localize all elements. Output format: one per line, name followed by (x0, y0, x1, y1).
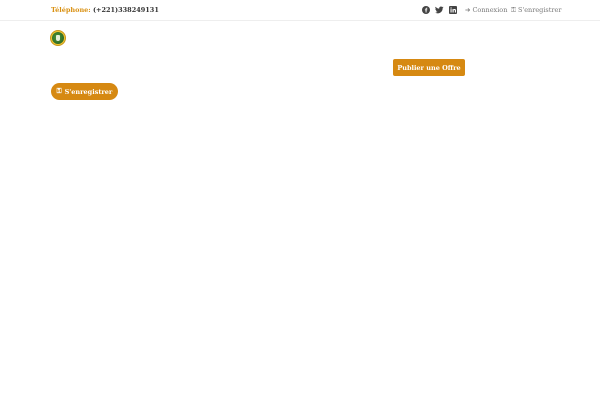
publish-offer-button[interactable]: Publier une Offre (393, 59, 465, 76)
phone-label: Téléphone: (51, 6, 91, 14)
login-link[interactable]: ➔ Connexion (465, 6, 507, 14)
phone-info: Téléphone: (+221)338249131 (51, 6, 159, 14)
login-label: Connexion (472, 6, 508, 14)
logo-emblem (52, 32, 64, 44)
phone-number[interactable]: (+221)338249131 (93, 6, 159, 14)
register-label: S'enregistrer (517, 6, 562, 14)
sign-in-icon: ➔ (465, 5, 471, 14)
register-link[interactable]: ⚿ S'enregistrer (511, 6, 561, 14)
key-icon: ⚿ (511, 5, 516, 14)
register-button[interactable]: ⚿ S'enregistrer (51, 83, 118, 100)
key-icon: ⚿ (56, 87, 62, 95)
facebook-icon[interactable] (421, 5, 431, 15)
twitter-icon[interactable] (434, 5, 445, 15)
register-button-label: S'enregistrer (64, 87, 113, 96)
top-bar: Téléphone: (+221)338249131 ➔ Connexion ⚿… (0, 0, 600, 21)
site-logo[interactable] (50, 30, 66, 46)
linkedin-icon[interactable] (448, 5, 458, 15)
